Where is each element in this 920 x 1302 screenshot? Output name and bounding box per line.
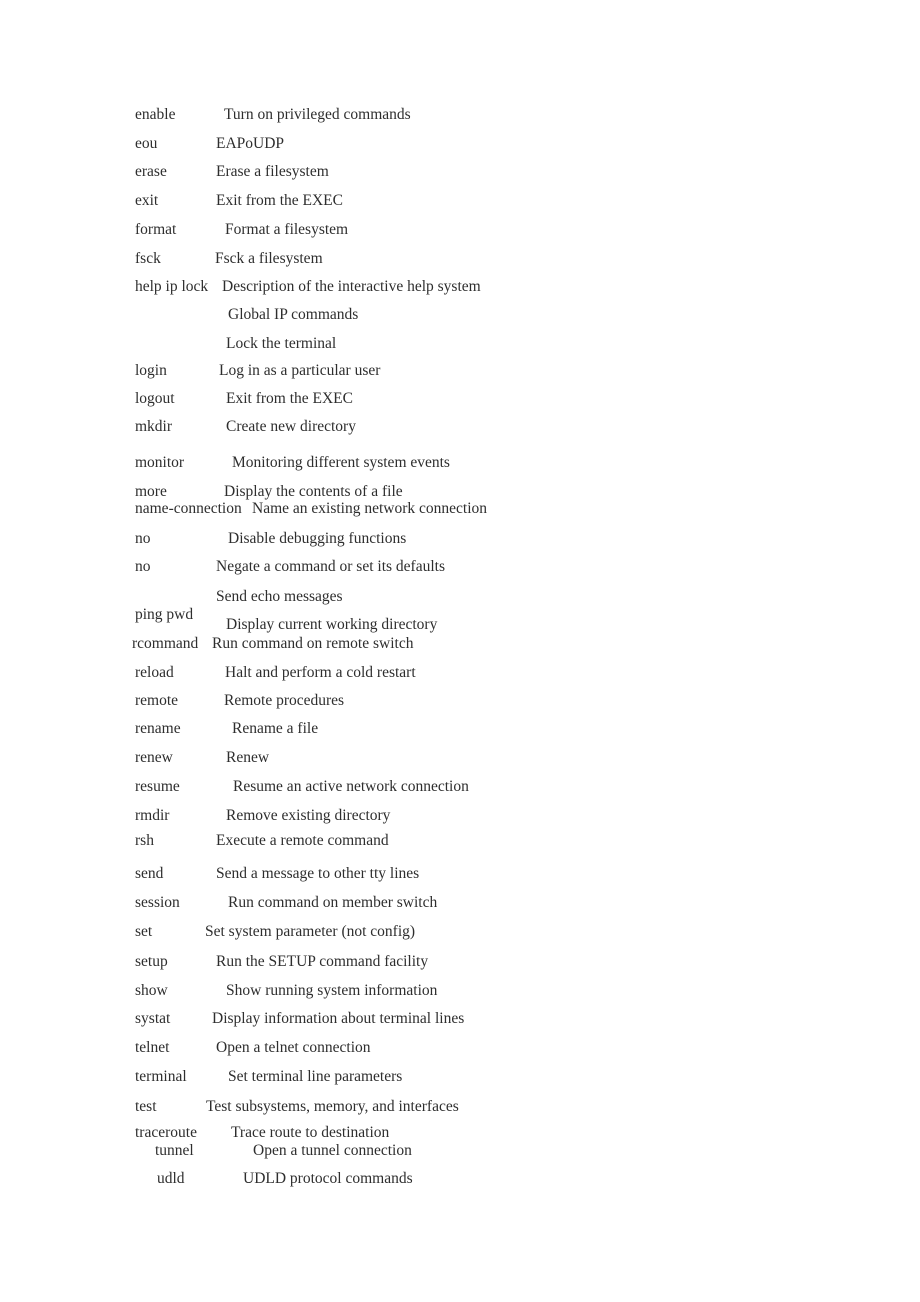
command-name: fsck xyxy=(135,250,161,267)
command-description: Name an existing network connection xyxy=(252,500,488,517)
command-description: Display the contents of a file xyxy=(224,483,403,500)
command-description: Exit from the EXEC xyxy=(226,390,353,407)
command-description: Disable debugging functions xyxy=(228,530,407,547)
command-description: Halt and perform a cold restart xyxy=(225,664,416,681)
command-name: tunnel xyxy=(155,1142,194,1159)
command-description: Open a telnet connection xyxy=(216,1039,371,1056)
command-description: Send a message to other tty lines xyxy=(216,865,420,882)
command-name: help ip lock xyxy=(135,278,209,295)
command-name: no xyxy=(135,558,151,575)
command-description: Run command on member switch xyxy=(228,894,438,911)
command-description: Negate a command or set its defaults xyxy=(216,558,445,575)
command-description: EAPoUDP xyxy=(216,135,285,152)
command-name: more xyxy=(135,483,167,500)
command-description: Remote procedures xyxy=(224,692,345,709)
command-description: Create new directory xyxy=(226,418,356,435)
command-name: resume xyxy=(135,778,180,795)
command-description: UDLD protocol commands xyxy=(243,1170,413,1187)
command-name: erase xyxy=(135,163,167,180)
command-description: Lock the terminal xyxy=(226,335,337,352)
command-description: Run command on remote switch xyxy=(212,635,414,652)
command-description: Monitoring different system events xyxy=(232,454,450,471)
command-description: Open a tunnel connection xyxy=(253,1142,412,1159)
command-description: Log in as a particular user xyxy=(219,362,381,379)
command-description: Execute a remote command xyxy=(216,832,389,849)
command-description: Run the SETUP command facility xyxy=(216,953,429,970)
command-name: logout xyxy=(135,390,175,407)
command-name: name-connection xyxy=(135,500,242,517)
command-name: set xyxy=(135,923,153,940)
command-description: Erase a filesystem xyxy=(216,163,329,180)
command-description: Format a filesystem xyxy=(225,221,349,238)
command-description: Show running system information xyxy=(226,982,438,999)
command-name: terminal xyxy=(135,1068,187,1085)
command-description: Set system parameter (not config) xyxy=(205,923,416,940)
command-name: remote xyxy=(135,692,179,709)
command-name: udld xyxy=(157,1170,185,1187)
command-description: Test subsystems, memory, and interfaces xyxy=(206,1098,459,1115)
command-description: Turn on privileged commands xyxy=(224,106,411,123)
command-name: rcommand xyxy=(132,635,199,652)
command-name: send xyxy=(135,865,164,882)
command-name: eou xyxy=(135,135,158,152)
command-description: Exit from the EXEC xyxy=(216,192,343,209)
command-description: Global IP commands xyxy=(228,306,359,323)
document-page: enable Turn on privileged commands eou EAPo… xyxy=(0,0,920,1302)
command-description: Send echo messages xyxy=(216,588,343,605)
command-name: monitor xyxy=(135,454,185,471)
command-name: traceroute xyxy=(135,1124,197,1141)
command-description: Resume an active network connection xyxy=(233,778,469,795)
command-name: mkdir xyxy=(135,418,173,435)
command-description: Display current working directory xyxy=(226,616,438,633)
command-description: Rename a file xyxy=(232,720,319,737)
command-name: rsh xyxy=(135,832,154,849)
command-description: Description of the interactive help syst… xyxy=(222,278,481,295)
command-name: no xyxy=(135,530,151,547)
command-description: Renew xyxy=(226,749,270,766)
command-name: renew xyxy=(135,749,173,766)
command-name: ping pwd xyxy=(135,606,194,623)
command-description: Set terminal line parameters xyxy=(228,1068,403,1085)
command-name: rename xyxy=(135,720,181,737)
command-name: enable xyxy=(135,106,176,123)
command-name: rmdir xyxy=(135,807,170,824)
command-description: Display information about terminal lines xyxy=(212,1010,465,1027)
command-name: setup xyxy=(135,953,168,970)
command-name: login xyxy=(135,362,167,379)
command-name: format xyxy=(135,221,177,238)
command-description: Fsck a filesystem xyxy=(215,250,323,267)
command-name: telnet xyxy=(135,1039,170,1056)
command-description: Remove existing directory xyxy=(226,807,391,824)
command-name: reload xyxy=(135,664,174,681)
command-name: exit xyxy=(135,192,159,209)
command-name: test xyxy=(135,1098,157,1115)
command-name: show xyxy=(135,982,168,999)
command-name: session xyxy=(135,894,180,911)
command-name: systat xyxy=(135,1010,171,1027)
command-description: Trace route to destination xyxy=(231,1124,390,1141)
